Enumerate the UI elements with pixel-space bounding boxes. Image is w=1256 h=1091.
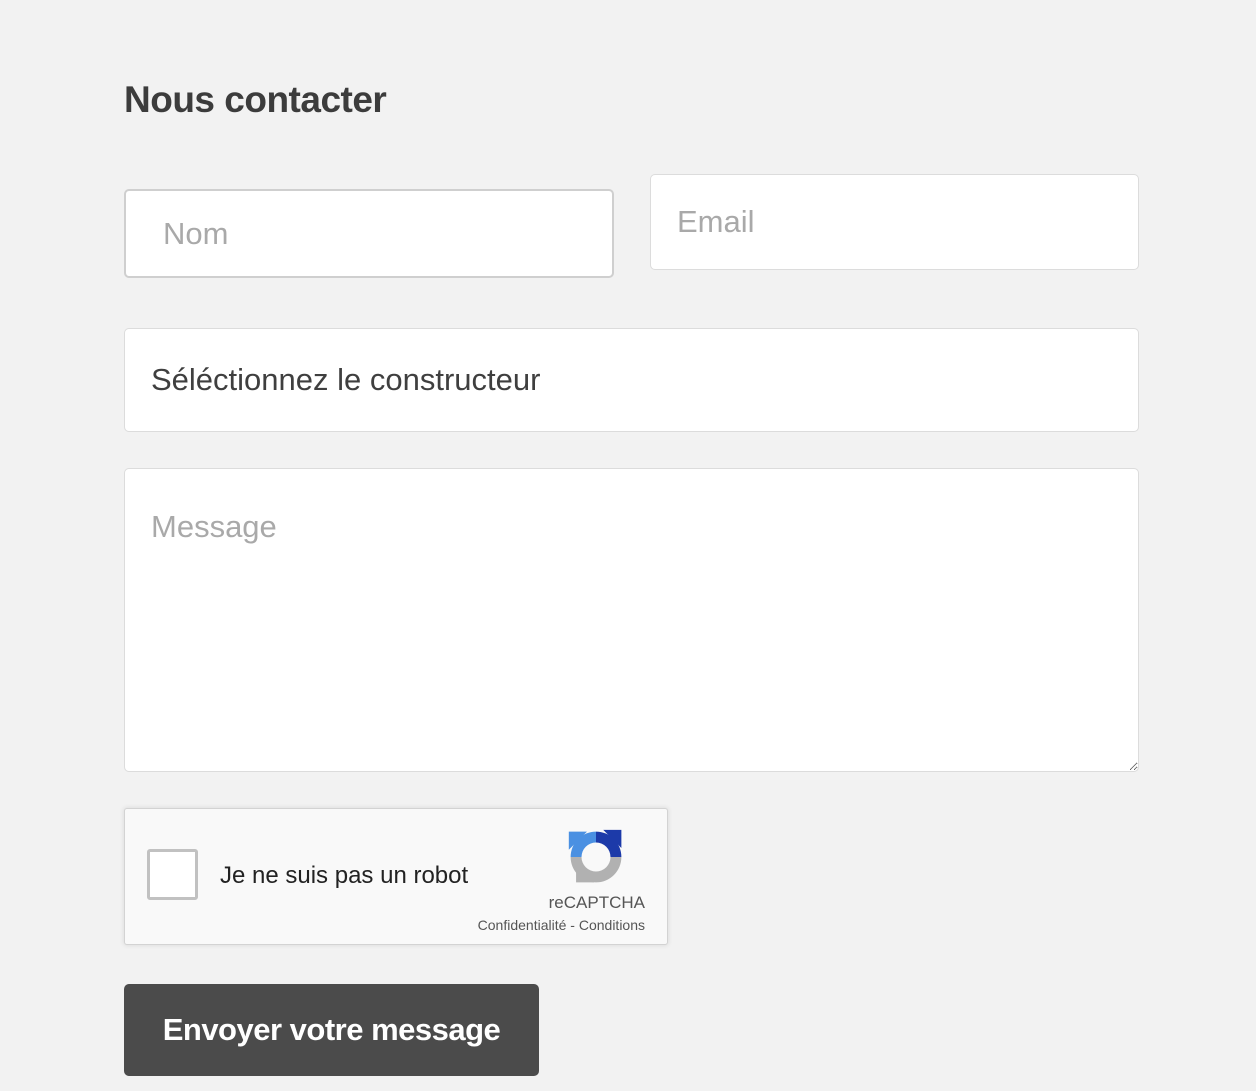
manufacturer-select[interactable]: Séléctionnez le constructeur bbox=[124, 328, 1139, 432]
submit-button[interactable]: Envoyer votre message bbox=[124, 984, 539, 1076]
terms-link[interactable]: Conditions bbox=[579, 917, 645, 933]
recaptcha-label: Je ne suis pas un robot bbox=[220, 862, 469, 889]
recaptcha-brand: reCAPTCHA bbox=[548, 893, 645, 912]
link-separator: - bbox=[566, 917, 579, 933]
recaptcha-logo-icon bbox=[568, 829, 622, 883]
email-input[interactable] bbox=[650, 174, 1139, 270]
recaptcha-checkbox[interactable] bbox=[147, 849, 198, 900]
manufacturer-select-value: Séléctionnez le constructeur bbox=[151, 362, 541, 397]
recaptcha-links: Confidentialité - Conditions bbox=[478, 917, 645, 933]
privacy-link[interactable]: Confidentialité bbox=[478, 917, 567, 933]
recaptcha-widget: Je ne suis pas un robot reCAPTCHA Confid… bbox=[124, 808, 668, 945]
message-textarea[interactable] bbox=[124, 468, 1139, 772]
name-input[interactable] bbox=[124, 189, 614, 278]
page-title: Nous contacter bbox=[124, 79, 387, 120]
